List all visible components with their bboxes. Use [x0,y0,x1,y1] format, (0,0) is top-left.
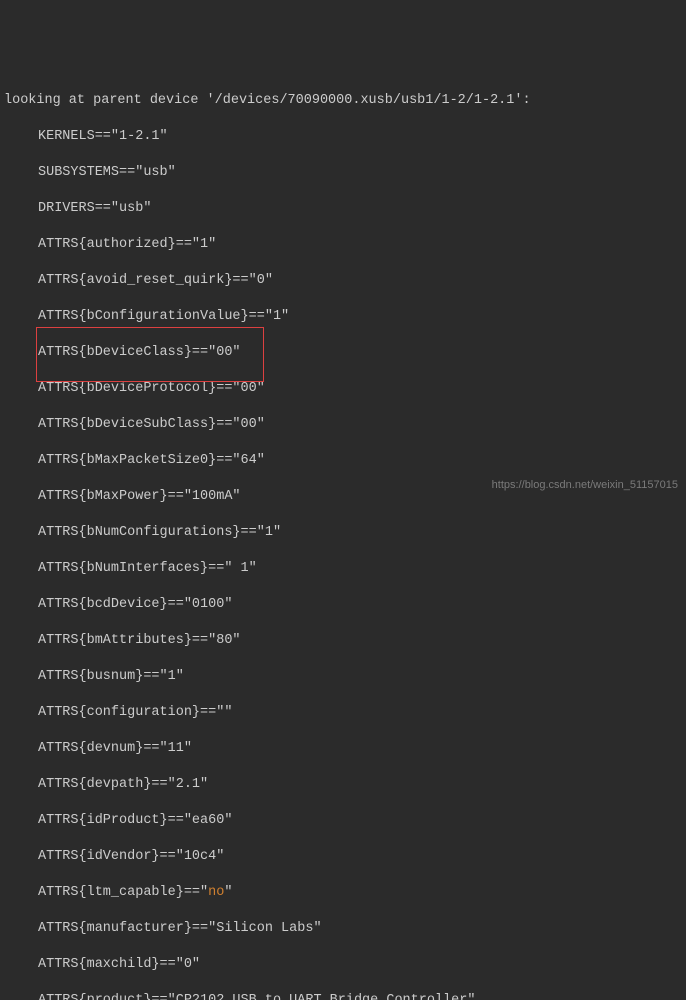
attr-line: ATTRS{manufacturer}=="Silicon Labs" [0,920,686,938]
attr-line: ATTRS{busnum}=="1" [0,668,686,686]
attr-line: DRIVERS=="usb" [0,200,686,218]
attr-value-highlight: no [208,885,224,900]
udev-header: looking at parent device '/devices/70090… [0,92,686,110]
attr-line: ATTRS{product}=="CP2102 USB to UART Brid… [0,992,686,1000]
attr-line: ATTRS{bcdDevice}=="0100" [0,596,686,614]
attr-line: ATTRS{bConfigurationValue}=="1" [0,308,686,326]
terminal-output: looking at parent device '/devices/70090… [0,72,686,1000]
attr-line-idvendor: ATTRS{idVendor}=="10c4" [0,848,686,866]
attr-line-idproduct: ATTRS{idProduct}=="ea60" [0,812,686,830]
attr-line: ATTRS{bNumConfigurations}=="1" [0,524,686,542]
attr-line: ATTRS{bNumInterfaces}==" 1" [0,560,686,578]
attr-line: ATTRS{bDeviceClass}=="00" [0,344,686,362]
attr-line: ATTRS{configuration}=="" [0,704,686,722]
attr-line: KERNELS=="1-2.1" [0,128,686,146]
attr-line: ATTRS{devnum}=="11" [0,740,686,758]
attr-line: SUBSYSTEMS=="usb" [0,164,686,182]
attr-line: ATTRS{bmAttributes}=="80" [0,632,686,650]
attr-line: ATTRS{bDeviceProtocol}=="00" [0,380,686,398]
attr-line: ATTRS{bMaxPacketSize0}=="64" [0,452,686,470]
attr-line: ATTRS{maxchild}=="0" [0,956,686,974]
attr-line: ATTRS{devpath}=="2.1" [0,776,686,794]
attr-key: ATTRS{ltm_capable}==" [38,885,208,900]
watermark-text: https://blog.csdn.net/weixin_51157015 [492,476,678,494]
attr-line: ATTRS{avoid_reset_quirk}=="0" [0,272,686,290]
attr-line: ATTRS{ltm_capable}=="no" [0,884,686,902]
attr-line: ATTRS{authorized}=="1" [0,236,686,254]
attr-close: " [224,885,232,900]
attr-line: ATTRS{bDeviceSubClass}=="00" [0,416,686,434]
